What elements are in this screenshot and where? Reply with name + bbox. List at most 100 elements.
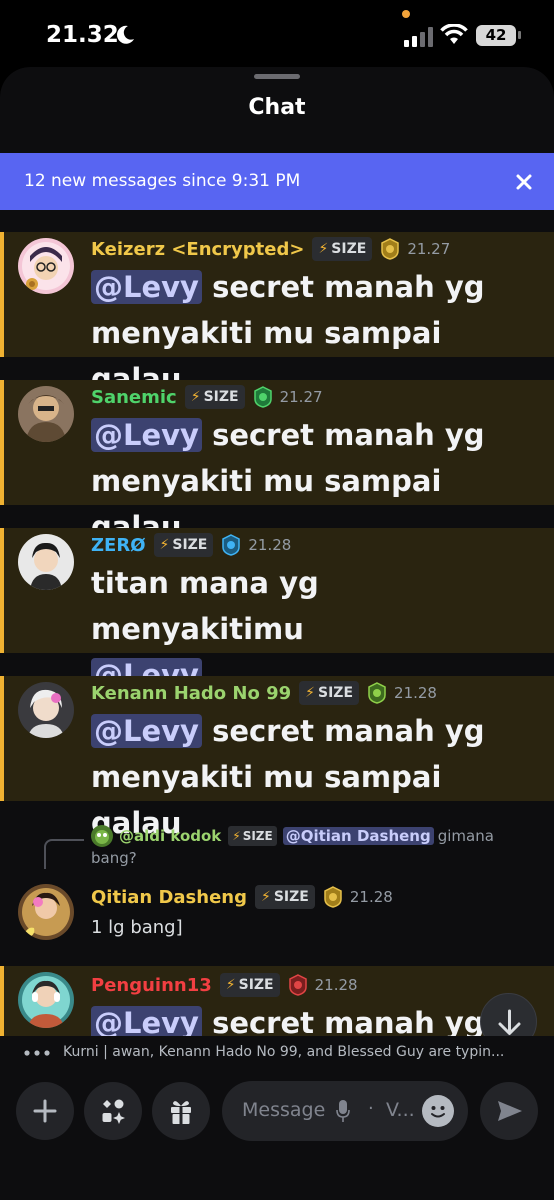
avatar[interactable] [18, 682, 74, 738]
message-zero[interactable]: ZERØ ⚡ SIZE 21.28 titan mana yg menyakiti… [0, 528, 554, 692]
server-tag-label: SIZE [203, 389, 239, 405]
message-input[interactable]: Message · V... [222, 1081, 468, 1141]
reply-username[interactable]: @aldi kodok [119, 827, 221, 845]
username[interactable]: Penguinn13 [91, 975, 212, 996]
typing-text: Kurni | awan, Kenann Hado No 99, and Ble… [63, 1044, 505, 1060]
user-mention[interactable]: @Levy [91, 1006, 202, 1036]
clan-badge-icon [288, 974, 307, 996]
timestamp: 21.28 [349, 888, 393, 906]
reply-preview[interactable]: @aldi kodok ⚡ SIZE @Qitian Dasheng gimana [91, 824, 494, 848]
server-tag[interactable]: ⚡ SIZE [153, 533, 214, 557]
typing-indicator: Kurni | awan, Kenann Hado No 99, and Ble… [0, 1036, 554, 1070]
reply-text-line2: bang? [91, 849, 137, 867]
reply-avatar [91, 825, 113, 847]
emoji-button[interactable] [422, 1095, 454, 1127]
server-tag[interactable]: ⚡ SIZE [255, 885, 315, 909]
voice-label: V... [386, 1099, 415, 1121]
reply-mention[interactable]: @Qitian Dasheng [282, 827, 434, 845]
avatar[interactable] [18, 972, 74, 1028]
avatar[interactable] [18, 534, 74, 590]
bolt-icon: ⚡ [225, 977, 236, 993]
message-header: Sanemic ⚡ SIZE 21.27 [91, 384, 323, 410]
moon-icon [117, 25, 134, 44]
plus-icon [33, 1099, 57, 1123]
location-dot-icon [402, 10, 410, 18]
close-icon[interactable] [512, 170, 536, 194]
reply-connector [44, 839, 84, 869]
apps-button[interactable] [84, 1082, 142, 1140]
reply-text: gimana [437, 827, 494, 845]
server-tag[interactable]: ⚡ SIZE [312, 237, 373, 261]
message-qitian[interactable]: Qitian Dasheng ⚡ SIZE 21.28 1 lg bang] [0, 878, 554, 958]
clan-badge-icon [324, 886, 342, 908]
username[interactable]: Kenann Hado No 99 [91, 683, 291, 704]
bolt-icon: ⚡ [305, 685, 316, 701]
clan-badge-icon [368, 682, 386, 704]
gift-icon [171, 1101, 191, 1124]
message-header: Kenann Hado No 99 ⚡ SIZE 21.28 [91, 680, 437, 706]
message-text: secret manah yg [201, 418, 485, 452]
timestamp: 21.28 [248, 536, 292, 554]
avatar[interactable] [18, 884, 74, 940]
new-messages-text: 12 new messages since 9:31 PM [24, 171, 301, 191]
smiley-icon [431, 1106, 445, 1118]
message-text: secret manah yg [201, 1006, 485, 1036]
cellular-signal-icon [404, 27, 433, 47]
message-penguinn13[interactable]: Penguinn13 ⚡ SIZE 21.28 @Levy secret mana… [0, 966, 554, 1036]
message-kenann[interactable]: Kenann Hado No 99 ⚡ SIZE 21.28 @Levy secr… [0, 676, 554, 840]
message-header: Keizerz <Encrypted> ⚡ SIZE 21.27 [91, 236, 450, 262]
username[interactable]: Sanemic [91, 387, 177, 408]
user-mention[interactable]: @Levy [91, 714, 202, 748]
message-composer: Message · V... [0, 1070, 554, 1200]
battery-cap [518, 31, 521, 39]
sheet-grabber[interactable] [254, 74, 300, 79]
timestamp: 21.27 [279, 388, 323, 406]
bolt-icon: ⚡ [159, 537, 170, 553]
gift-button[interactable] [152, 1082, 210, 1140]
page-title: Chat [248, 95, 306, 120]
server-tag-label: SIZE [238, 977, 274, 993]
typing-dots-icon [24, 1050, 50, 1056]
new-messages-banner[interactable]: 12 new messages since 9:31 PM [0, 153, 554, 210]
server-tag: ⚡ SIZE [228, 826, 277, 846]
microphone-icon[interactable] [336, 1099, 350, 1123]
message-body: @Levy secret manah yg [91, 1000, 531, 1036]
bolt-icon: ⚡ [232, 829, 241, 843]
send-button[interactable] [480, 1082, 538, 1140]
bolt-icon: ⚡ [318, 241, 329, 257]
battery-indicator: 42 [476, 25, 516, 46]
apps-icon [102, 1099, 125, 1124]
message-header: ZERØ ⚡ SIZE 21.28 [91, 532, 291, 558]
message-body: 1 lg bang] [91, 917, 183, 938]
timestamp: 21.27 [407, 240, 451, 258]
clan-badge-icon [222, 534, 241, 556]
username[interactable]: Keizerz <Encrypted> [91, 239, 304, 260]
avatar[interactable] [18, 238, 74, 294]
message-text: secret manah yg [201, 714, 485, 748]
server-tag[interactable]: ⚡ SIZE [219, 973, 280, 997]
server-tag[interactable]: ⚡ SIZE [299, 681, 360, 705]
message-keizerz[interactable]: Keizerz <Encrypted> ⚡ SIZE 21.27 @Levy se… [0, 232, 554, 396]
wifi-icon [440, 24, 468, 44]
user-mention[interactable]: @Levy [91, 418, 202, 452]
username[interactable]: Qitian Dasheng [91, 887, 247, 908]
message-text: secret manah yg [201, 270, 485, 304]
message-placeholder: Message [242, 1099, 326, 1121]
bolt-icon: ⚡ [261, 889, 271, 905]
message-text: titan mana yg menyakitimu [91, 566, 319, 646]
send-icon [498, 1101, 522, 1121]
message-sanemic[interactable]: Sanemic ⚡ SIZE 21.27 @Levy secret manah y… [0, 380, 554, 544]
username[interactable]: ZERØ [91, 535, 146, 556]
server-tag-label: SIZE [273, 889, 309, 905]
separator-dot: · [368, 1098, 374, 1119]
add-attachment-button[interactable] [16, 1082, 74, 1140]
server-tag-label: SIZE [331, 241, 367, 257]
clan-badge-icon [253, 386, 272, 408]
server-tag-label: SIZE [318, 685, 354, 701]
user-mention[interactable]: @Levy [91, 270, 202, 304]
avatar[interactable] [18, 386, 74, 442]
bolt-icon: ⚡ [190, 389, 201, 405]
message-header: Penguinn13 ⚡ SIZE 21.28 [91, 972, 358, 998]
status-bar: 21.32 42 [0, 0, 554, 72]
server-tag[interactable]: ⚡ SIZE [184, 385, 245, 409]
